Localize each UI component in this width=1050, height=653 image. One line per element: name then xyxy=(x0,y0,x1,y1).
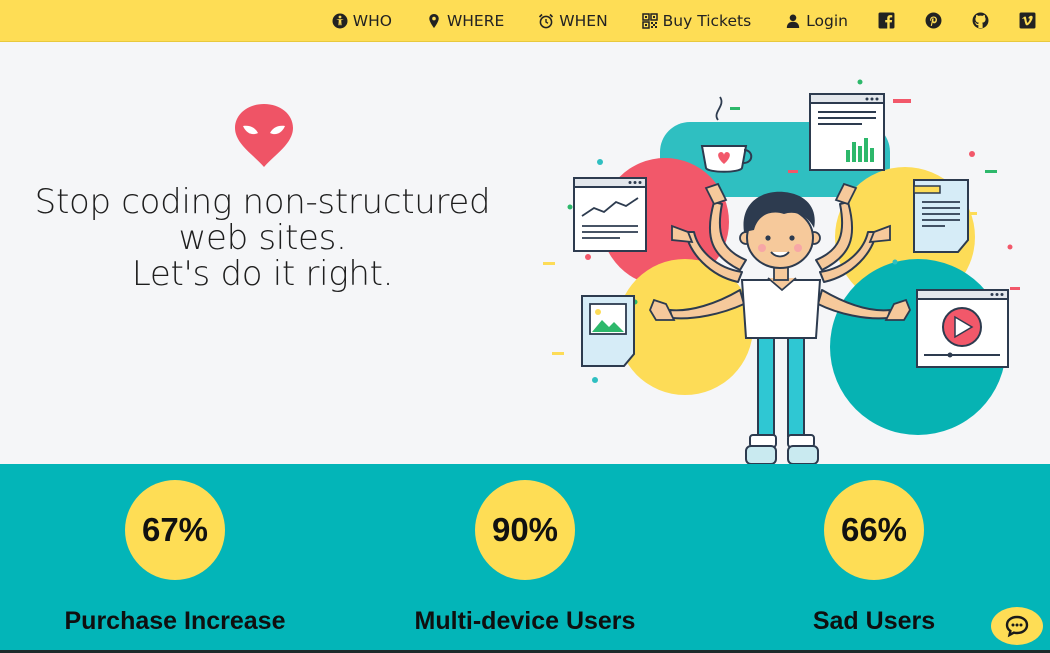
chat-button[interactable] xyxy=(991,607,1043,645)
github-link[interactable] xyxy=(972,12,989,29)
pinterest-link[interactable] xyxy=(925,12,942,29)
nav-who[interactable]: WHO xyxy=(332,12,392,30)
nav-login[interactable]: Login xyxy=(785,12,848,30)
nav-where-label: WHERE xyxy=(446,11,505,30)
nav-who-label: WHO xyxy=(352,11,392,30)
pinterest-icon xyxy=(925,12,942,29)
nav-when-label: WHEN xyxy=(559,11,608,30)
map-marker-icon xyxy=(429,13,439,28)
nav-when[interactable]: WHEN xyxy=(538,11,608,30)
facebook-icon xyxy=(878,12,895,29)
stat-value: 66% xyxy=(824,480,924,580)
video-player-window-icon xyxy=(916,289,1009,368)
hero-headline: Stop coding non-structured web sites. Le… xyxy=(20,184,505,292)
chat-bubbles-icon xyxy=(1005,615,1029,638)
vimeo-icon xyxy=(1019,12,1036,29)
top-navbar: WHO WHERE WHEN Buy Tickets Login xyxy=(0,0,1050,42)
qrcode-icon xyxy=(641,12,658,29)
alien-logo-icon xyxy=(235,104,293,167)
nav-where[interactable]: WHERE xyxy=(426,12,504,30)
nav-buy-tickets-label: Buy Tickets xyxy=(662,11,752,30)
nav-login-label: Login xyxy=(806,11,848,30)
vimeo-link[interactable] xyxy=(1019,12,1036,29)
hero-line-3: Let's do it right. xyxy=(131,254,394,294)
accessibility-icon xyxy=(332,13,348,28)
github-icon xyxy=(972,12,989,29)
document-icon xyxy=(913,179,969,253)
line-chart-window-icon xyxy=(573,177,647,252)
stat-card: 66% Sad Users xyxy=(724,464,1024,636)
multitasking-developer-illustration xyxy=(543,79,1020,465)
stat-value: 90% xyxy=(475,480,575,580)
stat-card: 90% Multi-device Users xyxy=(375,464,675,636)
alarm-clock-icon xyxy=(539,13,554,28)
bar-chart-window-icon xyxy=(809,93,885,171)
hero-line-2: web sites. xyxy=(178,218,347,258)
user-icon xyxy=(786,14,800,28)
stat-value: 67% xyxy=(125,480,225,580)
hero-line-1: Stop coding non-structured xyxy=(34,182,491,222)
image-file-icon xyxy=(581,295,635,367)
nav-buy-tickets[interactable]: Buy Tickets xyxy=(641,11,752,30)
facebook-link[interactable] xyxy=(878,12,895,29)
stat-label: Sad Users xyxy=(812,607,936,635)
stat-label: Multi-device Users xyxy=(414,607,636,635)
stat-label: Purchase Increase xyxy=(64,607,286,635)
stat-card: 67% Purchase Increase xyxy=(25,464,325,636)
stats-section: 67% Purchase Increase 90% Multi-device U… xyxy=(0,464,1050,653)
